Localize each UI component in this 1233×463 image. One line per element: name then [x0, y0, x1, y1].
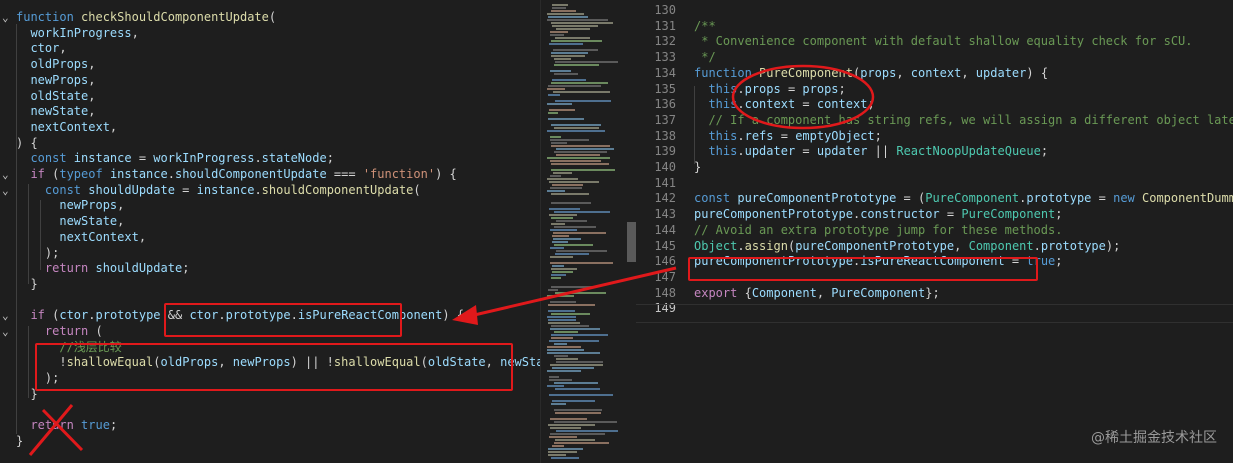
annotation-overlay: [28, 64, 875, 456]
circle-annotation: [731, 64, 875, 130]
arrow-head: [452, 305, 478, 325]
arrow-annotation: [469, 266, 677, 318]
cross-annotation: [28, 404, 74, 456]
watermark: @稀土掘金技术社区: [1091, 430, 1217, 446]
